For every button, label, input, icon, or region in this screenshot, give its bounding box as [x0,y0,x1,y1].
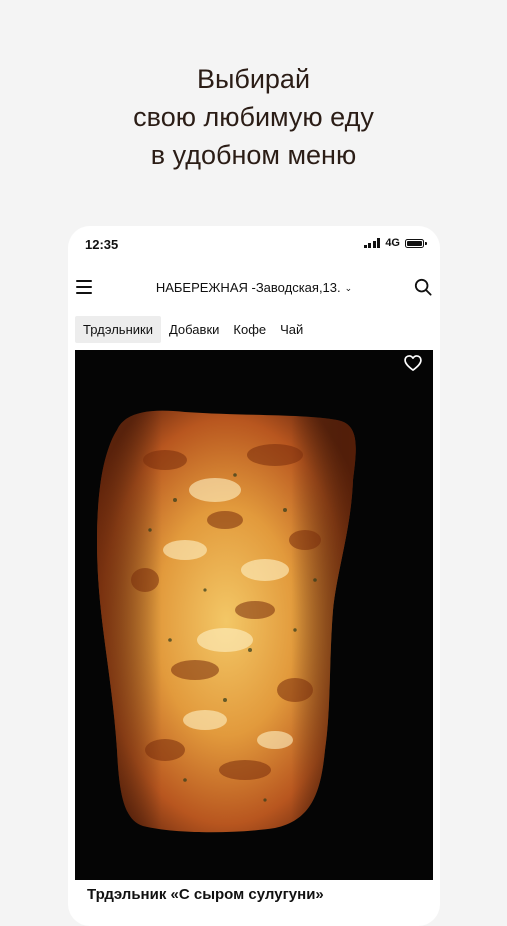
promo-headline: Выбирай свою любимую еду в удобном меню [0,60,507,174]
tab-chai[interactable]: Чай [274,316,309,343]
promo-line-2: свою любимую еду [133,102,374,132]
search-icon[interactable] [414,278,432,296]
signal-icon [363,238,381,248]
network-type: 4G [385,237,400,249]
status-time: 12:35 [85,237,119,252]
category-tabs: Трдэльники Добавки Кофе Чай [75,314,440,344]
product-image [75,350,433,880]
tab-trdelniki[interactable]: Трдэльники [75,315,161,343]
status-bar: 12:35 4G [68,226,440,262]
tab-kofe[interactable]: Кофе [227,316,272,343]
tab-dobavki[interactable]: Добавки [163,316,225,343]
battery-icon [405,238,427,248]
location-label: НАБЕРЕЖНАЯ -Заводская,13. [155,280,341,295]
app-header: НАБЕРЕЖНАЯ -Заводская,13. ⌄ [68,270,440,306]
favorite-heart-icon[interactable] [403,353,423,373]
product-card[interactable] [75,350,433,880]
status-indicators: 4G [363,237,427,249]
phone-screen: 12:35 4G НАБЕРЕЖНАЯ -Заводская,13. ⌄ Трдэ… [68,226,440,926]
chevron-down-icon: ⌄ [344,283,353,293]
product-title[interactable]: Трдэльник «С сыром сулугуни» [75,880,433,920]
location-selector[interactable]: НАБЕРЕЖНАЯ -Заводская,13. ⌄ [68,280,440,295]
promo-line-3: в удобном меню [150,140,357,170]
promo-line-1: Выбирай [196,64,311,94]
